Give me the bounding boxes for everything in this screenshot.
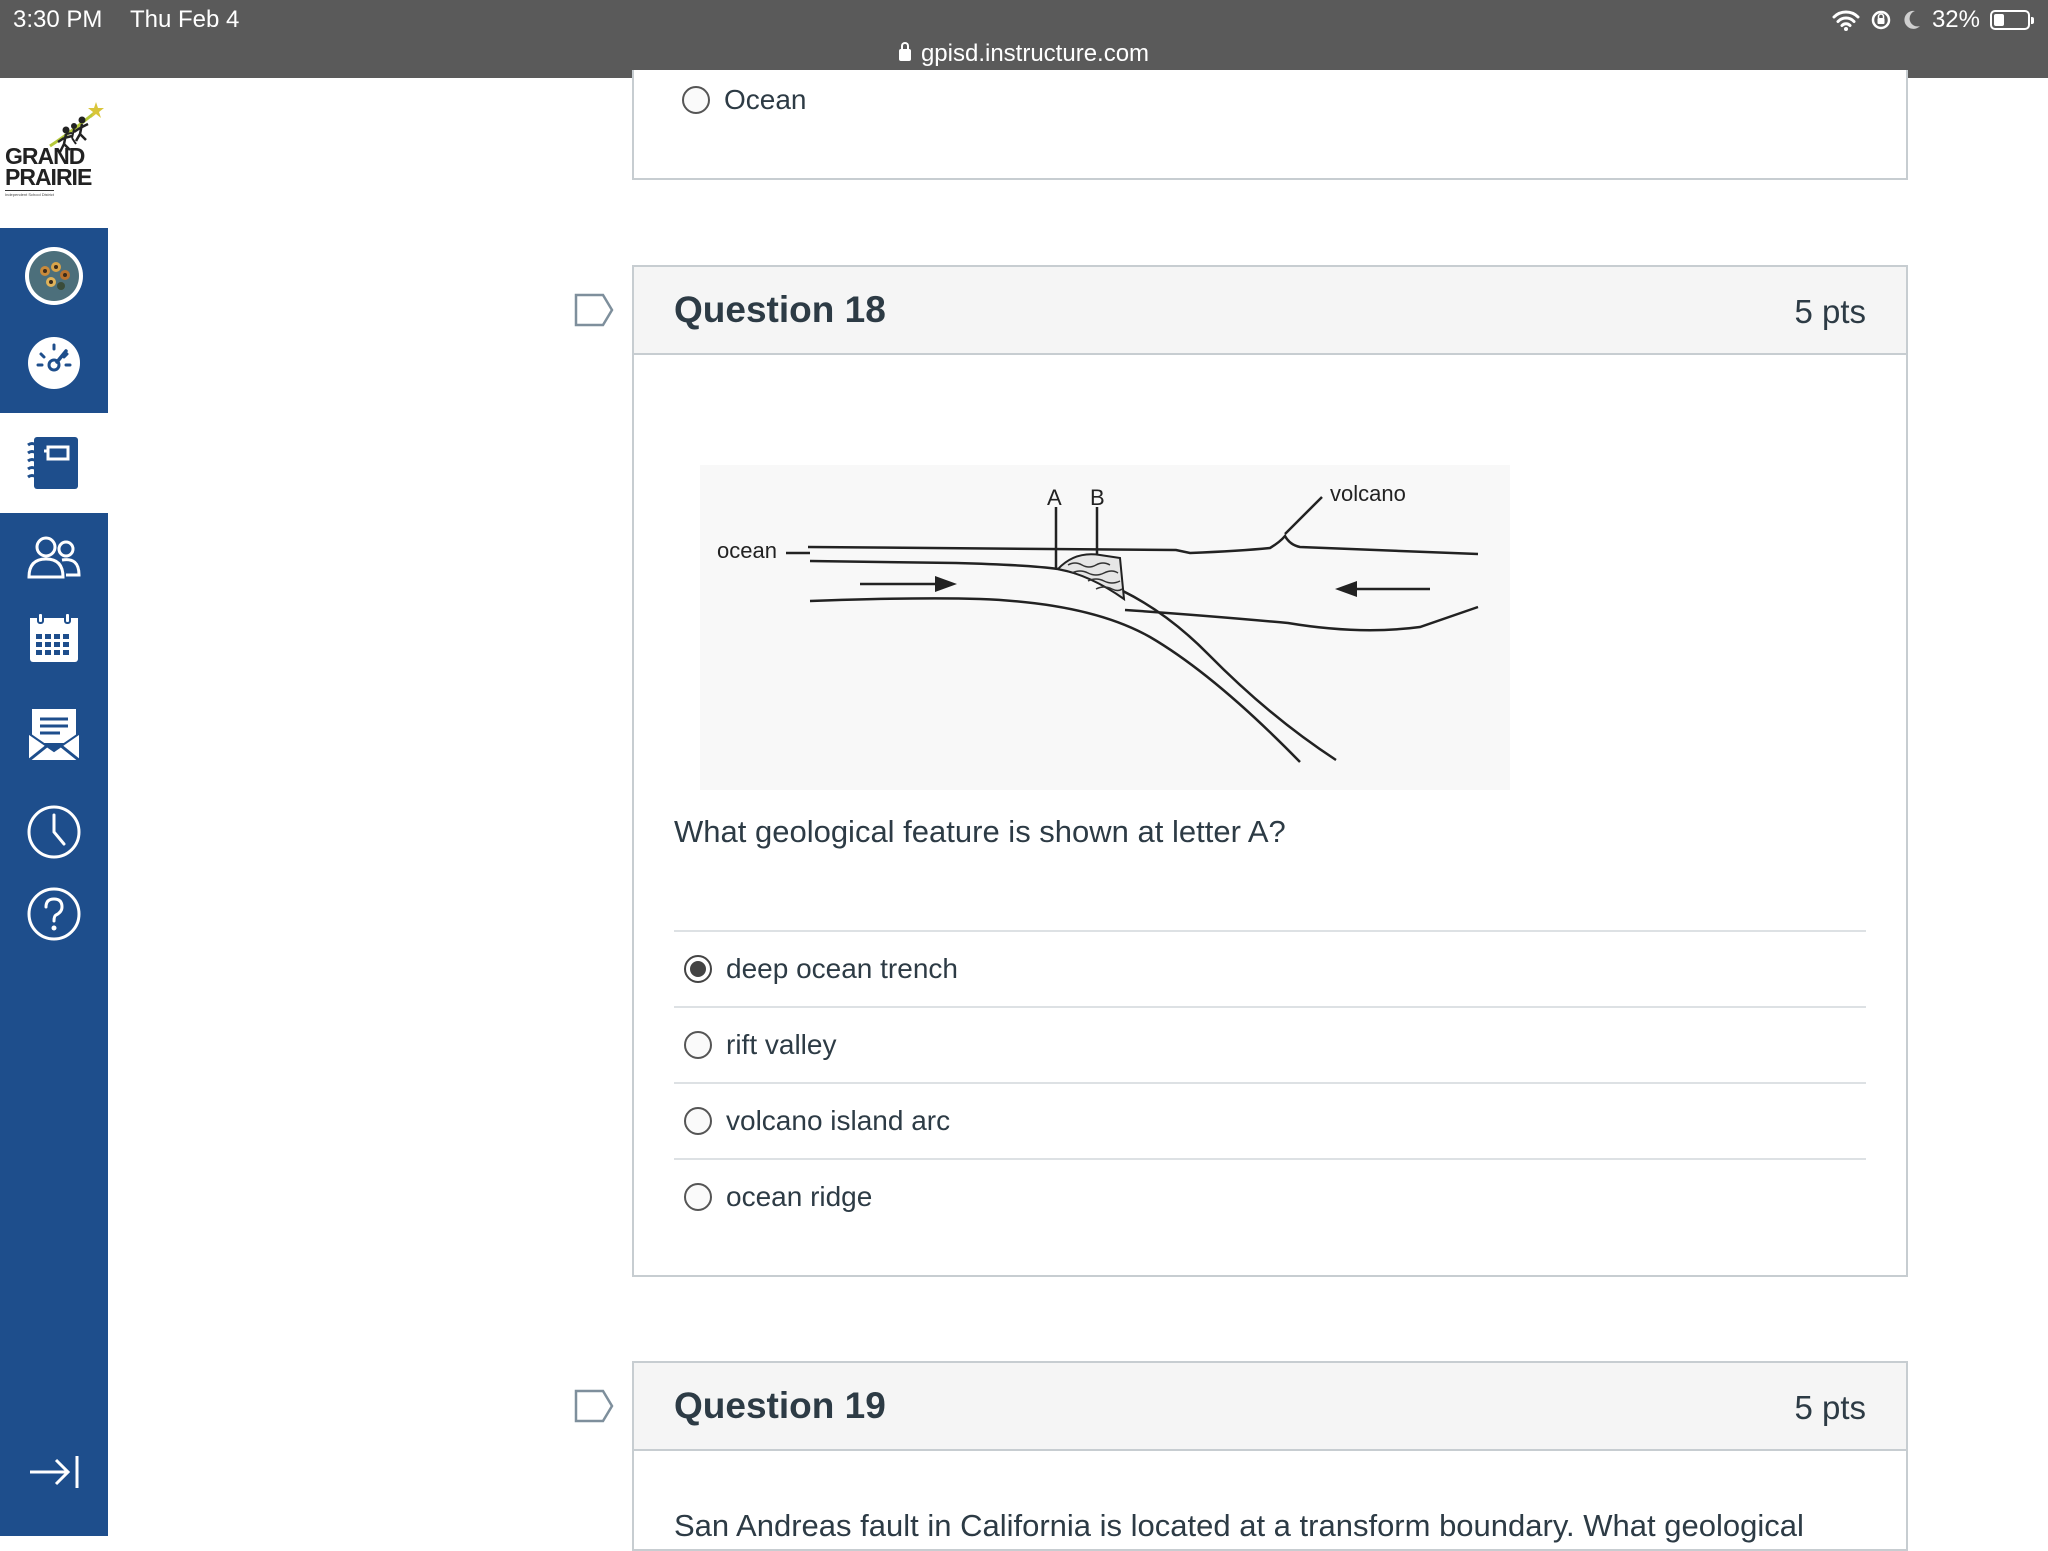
question-header: Question 18 5 pts	[634, 267, 1906, 355]
address-bar[interactable]: gpisd.instructure.com	[0, 40, 2048, 68]
answer-option-1[interactable]: deep ocean trench	[674, 930, 1866, 1006]
answer-option[interactable]: Ocean	[682, 84, 807, 116]
status-date: Thu Feb 4	[130, 6, 240, 33]
inbox-icon	[27, 709, 81, 763]
nav-dashboard[interactable]	[0, 323, 108, 403]
question-header: Question 19 5 pts	[634, 1363, 1906, 1451]
global-navigation: GRAND PRAIRIE Independent School Distric…	[0, 78, 108, 1536]
answer-option-3[interactable]: volcano island arc	[674, 1082, 1866, 1158]
radio-button-selected[interactable]	[684, 955, 712, 983]
answer-option-4[interactable]: ocean ridge	[674, 1158, 1866, 1234]
answer-option-2[interactable]: rift valley	[674, 1006, 1866, 1082]
answer-label: deep ocean trench	[726, 953, 958, 984]
logo-line-3: Independent School District	[5, 190, 54, 197]
nav-help[interactable]	[0, 872, 108, 956]
radio-button[interactable]	[684, 1183, 712, 1211]
nav-groups[interactable]	[0, 518, 108, 598]
calendar-icon	[30, 612, 78, 662]
question-title: Question 18	[674, 289, 886, 330]
subduction-diagram: ocean A B volcano	[700, 465, 1510, 790]
status-bar: 3:30 PM Thu Feb 4 gpisd.instructure.com …	[0, 0, 2048, 78]
courses-icon	[27, 437, 78, 489]
logo-line-2: PRAIRIE	[5, 164, 92, 190]
radio-button[interactable]	[682, 86, 710, 114]
question-points: 5 pts	[1794, 293, 1866, 330]
question-title: Question 19	[674, 1385, 886, 1426]
nav-account[interactable]	[0, 236, 108, 316]
dashboard-icon	[28, 337, 80, 389]
radio-button[interactable]	[684, 1031, 712, 1059]
flag-question-icon[interactable]	[573, 292, 615, 328]
nav-history[interactable]	[0, 790, 108, 874]
diagram-label-a: A	[1047, 485, 1062, 510]
lock-icon	[898, 42, 911, 61]
question-text: What geological feature is shown at lett…	[674, 814, 1286, 849]
moon-icon	[1904, 10, 1920, 29]
question-17-card: Ocean	[632, 70, 1908, 180]
radio-button[interactable]	[684, 1107, 712, 1135]
nav-collapse[interactable]	[0, 1442, 108, 1502]
flag-question-icon[interactable]	[573, 1388, 615, 1424]
status-time: 3:30 PM	[13, 6, 103, 33]
nav-calendar[interactable]	[0, 598, 108, 678]
avatar-icon	[25, 247, 83, 305]
district-logo[interactable]: GRAND PRAIRIE Independent School Distric…	[0, 78, 108, 228]
diagram-label-ocean: ocean	[717, 538, 777, 563]
answer-label: ocean ridge	[726, 1181, 873, 1212]
answer-label: rift valley	[726, 1029, 837, 1060]
groups-icon	[27, 536, 81, 579]
url-text: gpisd.instructure.com	[920, 40, 1150, 67]
question-text: San Andreas fault in California is locat…	[674, 1508, 1804, 1543]
battery-icon	[1990, 10, 2034, 30]
status-indicators: 32%	[1832, 6, 2034, 34]
collapse-arrow-icon	[30, 1456, 79, 1488]
nav-courses[interactable]	[0, 413, 108, 513]
battery-percent: 32%	[1931, 6, 1980, 33]
diagram-label-b: B	[1090, 485, 1105, 510]
orientation-lock-icon	[1871, 10, 1891, 30]
wifi-icon	[1832, 10, 1860, 31]
answer-label: Ocean	[724, 84, 807, 115]
nav-inbox[interactable]	[0, 690, 108, 780]
clock-icon	[27, 805, 81, 859]
answer-label: volcano island arc	[726, 1105, 951, 1136]
help-icon	[27, 887, 81, 941]
diagram-label-volcano: volcano	[1330, 481, 1406, 506]
question-points: 5 pts	[1794, 1389, 1866, 1426]
